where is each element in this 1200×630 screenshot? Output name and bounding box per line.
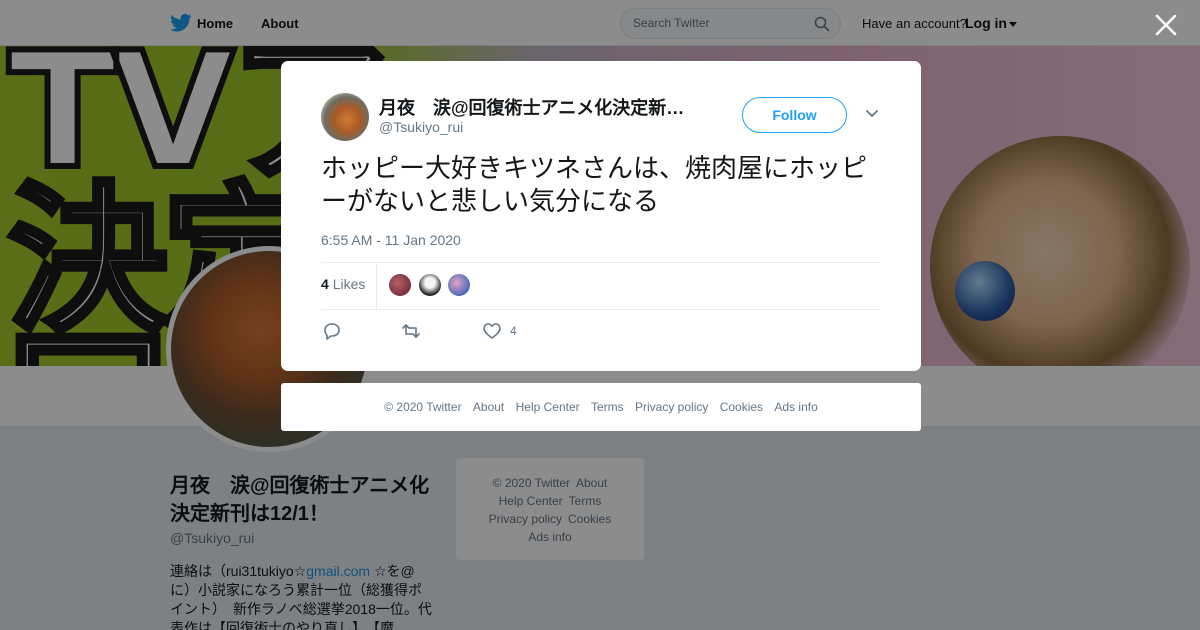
like-action-count: 4	[510, 324, 517, 338]
modal-footer-terms[interactable]: Terms	[591, 400, 624, 414]
follow-button[interactable]: Follow	[742, 97, 847, 133]
tweet-author-name[interactable]: 月夜 涙@回復術士アニメ化決定新刊は12/1！	[379, 94, 699, 120]
modal-footer: © 2020 Twitter About Help Center Terms P…	[281, 383, 921, 431]
modal-footer-help-center[interactable]: Help Center	[516, 400, 580, 414]
modal-footer-copyright[interactable]: © 2020 Twitter	[384, 400, 461, 414]
likes-count: 4	[321, 276, 329, 292]
liker-avatar[interactable]	[388, 273, 412, 297]
tweet-text: ホッピー大好きキツネさんは、焼肉屋にホッピーがないと悲しい気分になる	[321, 154, 868, 217]
modal-footer-ads-info[interactable]: Ads info	[774, 400, 817, 414]
tweet-author-handle[interactable]: @Tsukiyo_rui	[379, 119, 463, 135]
liker-avatar[interactable]	[418, 273, 442, 297]
modal-footer-cookies[interactable]: Cookies	[720, 400, 763, 414]
retweet-icon[interactable]	[401, 322, 421, 340]
chevron-down-icon[interactable]	[865, 109, 879, 119]
tweet-timestamp[interactable]: 6:55 AM - 11 Jan 2020	[321, 232, 461, 248]
reply-icon[interactable]	[322, 322, 342, 340]
likes-separator	[376, 263, 377, 309]
likes-label: Likes	[332, 276, 366, 292]
modal-footer-about[interactable]: About	[473, 400, 504, 414]
heart-icon[interactable]	[482, 322, 502, 340]
modal-footer-privacy[interactable]: Privacy policy	[635, 400, 708, 414]
stats-divider-top	[321, 262, 881, 263]
liker-avatar[interactable]	[447, 273, 471, 297]
tweet-author-avatar[interactable]	[321, 93, 369, 141]
likes-stat[interactable]: 4 Likes	[321, 276, 365, 292]
close-icon[interactable]	[1153, 12, 1179, 38]
stats-divider-bottom	[321, 309, 881, 310]
tweet-modal: 月夜 涙@回復術士アニメ化決定新刊は12/1！ @Tsukiyo_rui Fol…	[281, 61, 921, 371]
